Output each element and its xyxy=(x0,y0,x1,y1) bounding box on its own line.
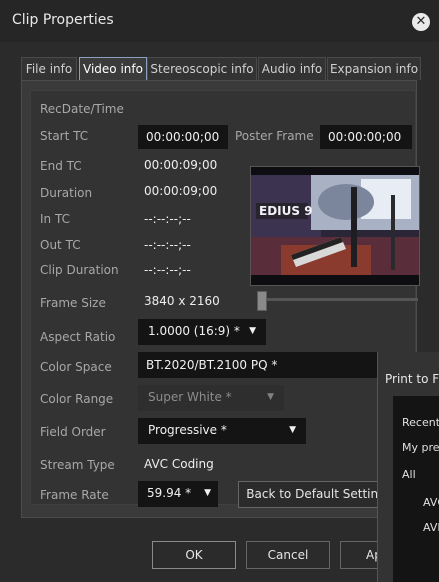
tab-audio-info[interactable]: Audio info xyxy=(258,57,326,80)
tab-stereoscopic-info[interactable]: Stereoscopic info xyxy=(147,57,257,80)
aspect-ratio-select[interactable]: 1.0000 (16:9) * ▼ xyxy=(138,319,266,345)
chevron-down-icon: ▼ xyxy=(204,488,211,498)
color-space-label: Color Space xyxy=(40,360,112,374)
thumbnail-overlay-text: EDIUS 9 xyxy=(259,204,313,218)
aspect-ratio-label: Aspect Ratio xyxy=(40,330,116,344)
list-item[interactable]: AVI xyxy=(423,521,439,534)
start-tc-input[interactable]: 00:00:00;00 xyxy=(138,125,228,149)
color-space-input[interactable]: BT.2020/BT.2100 PQ * xyxy=(138,352,400,378)
chevron-down-icon: ▼ xyxy=(249,326,256,336)
stream-type-label: Stream Type xyxy=(40,458,115,472)
frame-rate-select[interactable]: 59.94 * ▼ xyxy=(138,481,218,507)
poster-frame-input[interactable]: 00:00:00;00 xyxy=(320,125,412,149)
print-to-file-window: Print to F Recent My pres All AVC AVI xyxy=(377,352,439,582)
aspect-ratio-selected: 1.0000 (16:9) * xyxy=(148,324,240,338)
thumbnail-slider-track[interactable] xyxy=(257,298,418,301)
field-order-label: Field Order xyxy=(40,425,106,439)
in-tc-value: --:--:--;-- xyxy=(144,212,191,226)
preset-list: Recent My pres All AVC AVI xyxy=(393,396,439,582)
clip-thumbnail: EDIUS 9 xyxy=(250,166,420,286)
title-bar[interactable]: Clip Properties ✕ xyxy=(0,0,439,42)
frame-size-label: Frame Size xyxy=(40,296,106,310)
thumbnail-image: EDIUS 9 xyxy=(251,167,419,285)
stream-type-value: AVC Coding xyxy=(144,457,214,471)
back-to-default-button[interactable]: Back to Default Setting xyxy=(238,481,394,508)
tab-video-info[interactable]: Video info xyxy=(79,57,147,80)
out-tc-value: --:--:--;-- xyxy=(144,238,191,252)
chevron-down-icon: ▼ xyxy=(289,425,296,435)
clip-duration-value: --:--:--;-- xyxy=(144,263,191,277)
frame-rate-label: Frame Rate xyxy=(40,488,109,502)
frame-rate-selected: 59.94 * xyxy=(147,486,192,500)
field-order-select[interactable]: Progressive * ▼ xyxy=(138,418,306,444)
duration-label: Duration xyxy=(40,186,93,200)
print-window-title: Print to F xyxy=(385,372,439,386)
out-tc-label: Out TC xyxy=(40,238,81,252)
field-order-selected: Progressive * xyxy=(148,423,227,437)
tab-expansion-info[interactable]: Expansion info xyxy=(327,57,421,80)
end-tc-label: End TC xyxy=(40,159,82,173)
poster-frame-label: Poster Frame xyxy=(235,129,314,143)
window-title: Clip Properties xyxy=(12,12,114,28)
frame-size-value: 3840 x 2160 xyxy=(144,294,220,308)
ok-button[interactable]: OK xyxy=(152,541,236,569)
start-tc-label: Start TC xyxy=(40,129,89,143)
in-tc-label: In TC xyxy=(40,212,70,226)
list-item[interactable]: AVC xyxy=(423,496,439,509)
rec-datetime-label: RecDate/Time xyxy=(40,102,124,116)
thumbnail-slider-handle[interactable] xyxy=(257,291,267,311)
color-range-label: Color Range xyxy=(40,392,114,406)
list-item[interactable]: My pres xyxy=(402,441,439,454)
tab-file-info[interactable]: File info xyxy=(21,57,77,80)
clip-properties-dialog: Clip Properties ✕ File info Video info S… xyxy=(0,0,439,582)
close-icon[interactable]: ✕ xyxy=(412,13,430,31)
cancel-button[interactable]: Cancel xyxy=(246,541,330,569)
chevron-down-icon: ▼ xyxy=(267,392,274,402)
list-item[interactable]: All xyxy=(402,468,416,481)
clip-duration-label: Clip Duration xyxy=(40,263,119,277)
end-tc-value: 00:00:09;00 xyxy=(144,158,218,172)
list-item[interactable]: Recent xyxy=(402,416,439,429)
color-range-select: Super White * ▼ xyxy=(138,385,284,411)
color-range-selected: Super White * xyxy=(148,390,232,404)
duration-value: 00:00:09;00 xyxy=(144,184,218,198)
